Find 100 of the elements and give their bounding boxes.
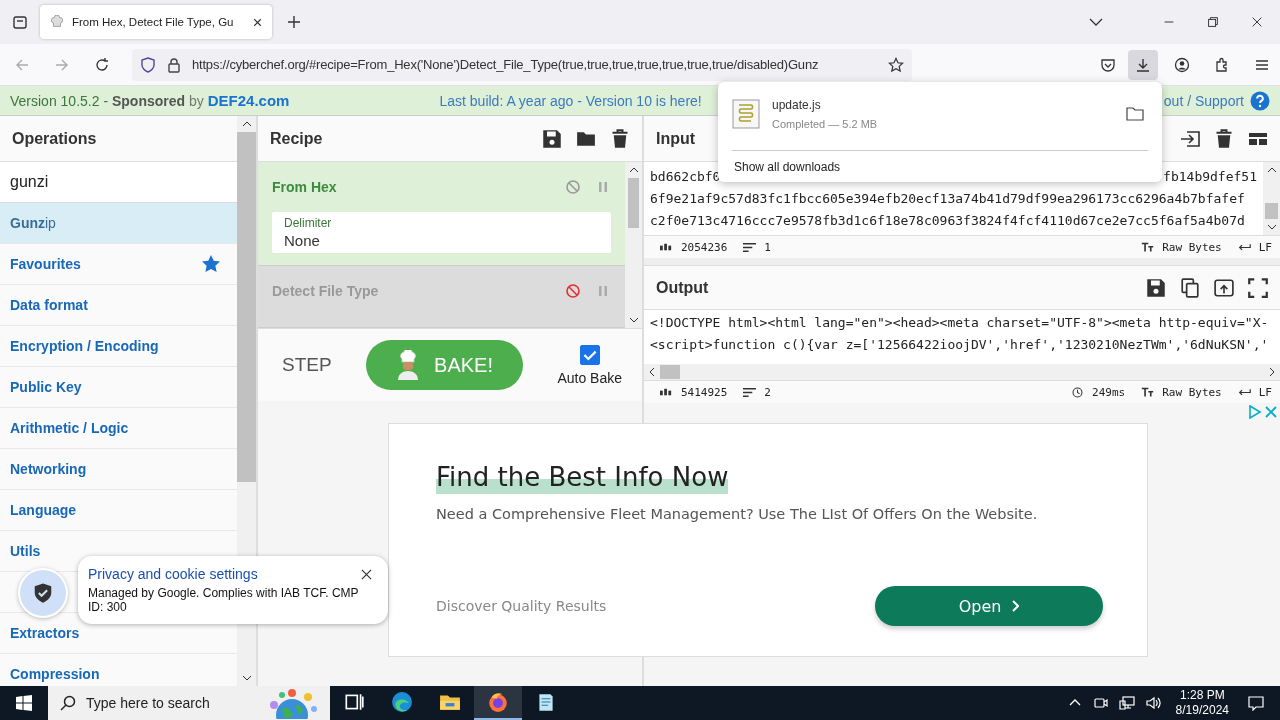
clock[interactable]: 1:28 PM 8/19/2024 — [1175, 688, 1229, 718]
encoding-label[interactable]: Raw Bytes — [1162, 385, 1222, 399]
length-icon — [660, 386, 673, 398]
scroll-thumb[interactable] — [237, 132, 256, 482]
trash-icon[interactable] — [1214, 128, 1234, 149]
return-icon[interactable] — [1237, 241, 1251, 253]
scroll-thumb[interactable] — [660, 365, 680, 379]
line-count: 1 — [764, 240, 771, 254]
search-icon — [60, 695, 76, 711]
chevron-right-icon — [1011, 600, 1020, 612]
delimiter-field[interactable]: Delimiter None — [272, 212, 611, 253]
scroll-up-icon[interactable] — [628, 167, 639, 173]
star-icon[interactable] — [888, 56, 904, 73]
close-icon[interactable] — [361, 568, 372, 580]
file-name: update.js — [772, 98, 822, 112]
input-text: 6f9e21af9c57d83fc1fbcc605e394efb20ecf13a74b41d79df99ea296173cc6296a4b7bfafef — [650, 190, 1246, 208]
eol-label[interactable]: LF — [1258, 240, 1272, 254]
load-icon[interactable] — [1180, 128, 1200, 149]
scroll-up-icon[interactable] — [241, 121, 252, 127]
downloads-button[interactable] — [1128, 49, 1158, 80]
build-note[interactable]: Last build: A year ago - Version 10 is here! — [439, 92, 702, 109]
ad-footer: Discover Quality Results — [436, 598, 607, 614]
return-icon[interactable] — [1237, 386, 1251, 398]
copy-icon[interactable] — [1180, 277, 1200, 298]
volume-icon[interactable] — [1144, 695, 1161, 711]
scroll-down-icon[interactable] — [241, 675, 252, 681]
url-text: https://cyberchef.org/#recipe=From_Hex('None')Detect_File_Type(true,true,true,true,true,true,true/disabled)Gunz — [192, 57, 820, 72]
ad-text: Need a Comprehensive Fleet Management? Use The LIst Of Offers On the Website. — [436, 506, 1039, 522]
notification-icon[interactable] — [1248, 695, 1264, 711]
help-icon[interactable] — [1250, 90, 1270, 111]
scrollbar[interactable] — [1263, 162, 1280, 235]
scrollbar[interactable] — [644, 364, 1280, 380]
browser-tab[interactable]: From Hex, Detect File Type, Gu — [40, 5, 272, 39]
save-icon[interactable] — [542, 128, 562, 149]
eol-label[interactable]: LF — [1258, 385, 1272, 399]
output-text: <!DOCTYPE html><html lang="en"><head><meta charset="UTF-8"><meta http-equiv="X- — [650, 314, 1270, 332]
category-item[interactable]: Favourites — [10, 256, 81, 272]
shield-icon — [32, 582, 54, 604]
open-button[interactable]: Open — [875, 586, 1103, 626]
scroll-up-icon[interactable] — [1266, 167, 1277, 173]
account-icon[interactable] — [1174, 56, 1190, 73]
scroll-thumb[interactable] — [627, 178, 640, 228]
scroll-thumb[interactable] — [1264, 203, 1279, 219]
operation-item[interactable]: Gunzip — [0, 203, 237, 244]
bake-button[interactable]: BAKE! — [365, 340, 524, 390]
support-link[interactable]: out / Support — [1163, 92, 1244, 109]
encoding-label[interactable]: Raw Bytes — [1162, 240, 1222, 254]
chef-hat-icon — [50, 15, 64, 29]
recipe-operation[interactable]: From Hex Delimiter None — [258, 162, 625, 266]
input-text: bd662cbf0 — [650, 168, 721, 186]
clock-icon — [1071, 386, 1084, 398]
font-icon[interactable] — [1141, 241, 1155, 253]
taskbar-search[interactable]: Type here to search — [48, 686, 330, 720]
show-all-downloads-link[interactable]: Show all downloads — [732, 158, 843, 176]
star-icon — [201, 254, 221, 274]
new-tab-icon[interactable] — [286, 14, 302, 30]
replace-input-icon[interactable] — [1214, 277, 1234, 298]
search-field[interactable]: gunzi — [0, 162, 237, 203]
reload-icon[interactable] — [94, 56, 110, 73]
trash-icon[interactable] — [610, 128, 630, 149]
step-button[interactable]: STEP — [282, 354, 332, 376]
panel-title: Input — [656, 129, 696, 148]
pocket-icon[interactable] — [1100, 56, 1116, 73]
restore-icon[interactable] — [1206, 15, 1220, 29]
length-icon — [660, 241, 673, 253]
output-text: <script>function c(){var z=['12566422ioojDV','href','1230210NezTWm','6dNuKSN',' — [650, 336, 1270, 354]
script-file-icon — [732, 99, 760, 129]
tab-title: From Hex, Detect File Type, Gu — [72, 16, 235, 28]
save-icon[interactable] — [1146, 277, 1166, 298]
version-text: Version 10.5.2 - — [10, 92, 110, 109]
start-icon[interactable] — [16, 695, 32, 711]
lines-icon — [743, 386, 757, 398]
input-text: c2f0e713c4716ccc7e9578fb3d1c6f18e78c0963f3824f4fcf4110d67ce2e7cc5f6af5a4b07d — [650, 212, 1246, 230]
extensions-icon[interactable] — [1214, 56, 1230, 73]
close-icon[interactable] — [1250, 15, 1264, 29]
network-icon[interactable] — [1118, 695, 1135, 711]
shield-icon — [140, 56, 156, 73]
lines-icon — [743, 241, 757, 253]
cookie-text: Managed by Google. Complies with IAB TCF. CMP ID: 300 — [88, 586, 360, 614]
scroll-left-icon[interactable] — [649, 367, 655, 377]
length-count: 2054236 — [681, 240, 728, 254]
font-icon[interactable] — [1141, 386, 1155, 398]
input-text: fb14b9dfef51 — [1163, 168, 1257, 186]
chef-icon — [396, 350, 421, 380]
auto-bake-checkbox[interactable]: Auto Bake — [557, 344, 622, 386]
operation-name: Detect File Type — [272, 283, 379, 299]
download-icon — [1135, 56, 1151, 73]
folder-icon[interactable] — [1126, 107, 1144, 121]
operation-name: From Hex — [272, 179, 337, 195]
scroll-down-icon[interactable] — [628, 317, 639, 323]
ad-card[interactable]: Find the Best Info Now Need a Comprehensive Fleet Management? Use The LIst Of Offers On the Website. Discover Quality Results Open — [388, 423, 1148, 657]
camera-icon[interactable] — [1092, 695, 1109, 711]
scroll-right-icon[interactable] — [1269, 367, 1275, 377]
address-bar[interactable]: https://cyberchef.org/#recipe=From_Hex('None')Detect_File_Type(true,true,true,true,true,true,true/disabled)Gunz — [132, 48, 912, 81]
firefox-icon[interactable] — [474, 686, 522, 720]
fullscreen-icon[interactable] — [1248, 277, 1268, 298]
sponsor-link[interactable]: DEF24.com — [207, 92, 290, 109]
tab-list-icon[interactable] — [12, 14, 28, 30]
scroll-down-icon[interactable] — [1266, 224, 1277, 230]
download-status: Completed — 5.2 MB — [772, 118, 878, 130]
